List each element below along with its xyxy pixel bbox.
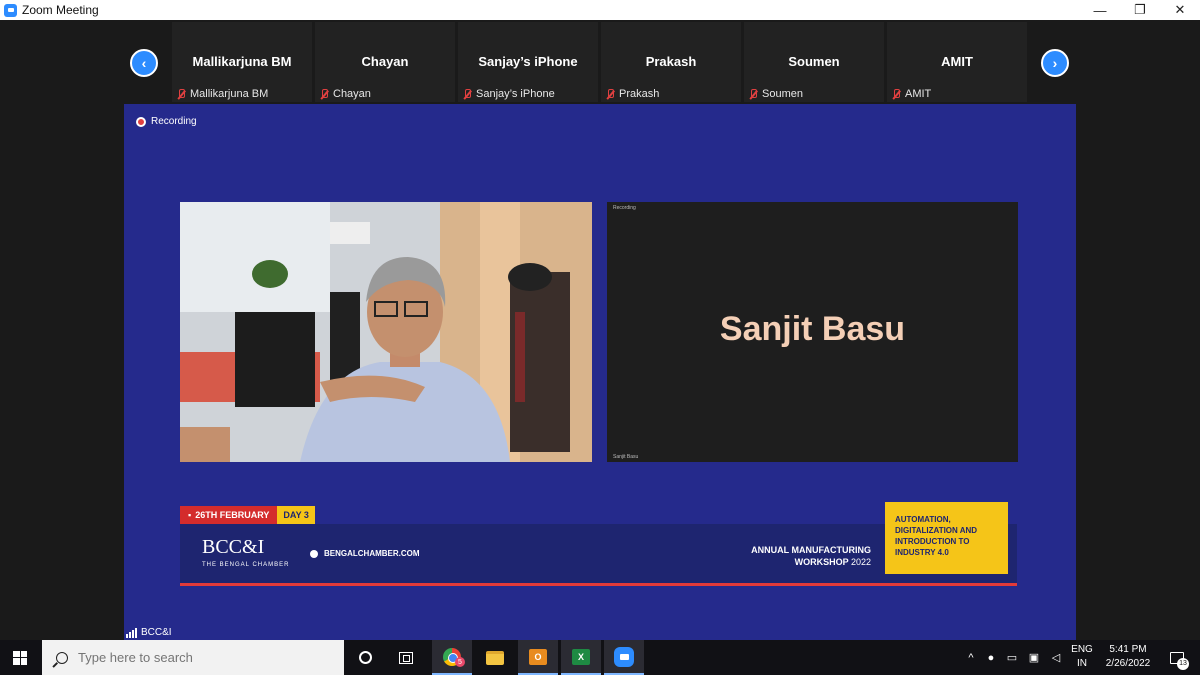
- start-button[interactable]: [0, 640, 40, 675]
- day-label: DAY 3: [277, 506, 315, 524]
- speaker-video-image: [180, 202, 592, 462]
- windows-taskbar: 5 O X ^ ● ▭ ▣ ◁ ENG IN 5:41 PM 2/26/2022…: [0, 640, 1200, 675]
- mic-muted-icon: [176, 88, 186, 100]
- recording-icon: [136, 116, 146, 127]
- microphone-icon: ●: [987, 651, 995, 664]
- search-icon: [56, 651, 68, 664]
- task-view-button[interactable]: [386, 640, 426, 675]
- network-tray-button[interactable]: ▣: [1024, 640, 1044, 675]
- website-label: BENGALCHAMBER.COM: [310, 549, 420, 558]
- participant-label: Prakash: [605, 88, 659, 100]
- participant-label: Sanjay’s iPhone: [462, 88, 555, 100]
- participant-tile[interactable]: Prakash Prakash: [601, 22, 741, 102]
- notification-count: 13: [1177, 657, 1189, 670]
- participant-name: Mallikarjuna BM: [192, 54, 292, 69]
- close-button[interactable]: ✕: [1160, 0, 1200, 20]
- battery-tray-button[interactable]: ▭: [1002, 640, 1022, 675]
- participant-label: Soumen: [748, 88, 803, 100]
- tile-recording-label: Recording: [613, 205, 636, 211]
- battery-icon: ▭: [1006, 652, 1018, 664]
- windows-logo-icon: [13, 650, 27, 665]
- taskbar-search[interactable]: [42, 640, 344, 675]
- clock[interactable]: 5:41 PM 2/26/2022: [1098, 643, 1158, 671]
- microphone-tray-button[interactable]: ●: [982, 640, 1000, 675]
- recording-label: Recording: [151, 116, 197, 127]
- participant-name: Sanjay’s iPhone: [478, 54, 578, 69]
- notification-icon: 13: [1170, 651, 1189, 670]
- search-input[interactable]: [78, 650, 328, 665]
- chrome-taskbar-button[interactable]: 5: [432, 640, 472, 675]
- outlook-icon: O: [529, 648, 547, 665]
- speaker-video: [180, 202, 592, 462]
- clock-time: 5:41 PM: [1109, 644, 1147, 655]
- excel-icon: X: [572, 648, 590, 665]
- participant-label: AMIT: [891, 88, 931, 100]
- zoom-taskbar-button[interactable]: [604, 640, 644, 675]
- excel-taskbar-button[interactable]: X: [561, 640, 601, 675]
- participant-label: Chayan: [319, 88, 371, 100]
- zoom-icon: [614, 646, 634, 667]
- participant-name: Chayan: [361, 54, 409, 69]
- bcc-logo: BCC&I: [202, 536, 265, 558]
- cortana-button[interactable]: [345, 640, 385, 675]
- mic-muted-icon: [319, 88, 329, 100]
- participant-tile[interactable]: Soumen Soumen: [744, 22, 884, 102]
- calendar-icon: ▪: [188, 510, 192, 520]
- globe-icon: [310, 549, 318, 558]
- show-hidden-icons-button[interactable]: ^: [962, 640, 980, 675]
- date-tag: ▪ 26TH FEBRUARY DAY 3: [180, 506, 315, 524]
- participant-tile[interactable]: AMIT AMIT: [887, 22, 1027, 102]
- volume-tray-button[interactable]: ◁: [1046, 640, 1066, 675]
- zoom-app-icon: [4, 3, 17, 17]
- participant-label: Mallikarjuna BM: [176, 88, 268, 100]
- participant-name: Prakash: [645, 54, 697, 69]
- clock-date: 2/26/2022: [1105, 658, 1151, 669]
- chrome-badge: 5: [455, 657, 465, 667]
- folder-icon: [486, 650, 504, 665]
- participant-tile[interactable]: Mallikarjuna BM Mallikarjuna BM: [172, 22, 312, 102]
- mic-muted-icon: [605, 88, 615, 100]
- action-center-button[interactable]: 13: [1162, 640, 1192, 675]
- speaker-icon: ◁: [1051, 652, 1061, 664]
- bcc-logo-subtitle: THE BENGAL CHAMBER: [202, 562, 290, 568]
- shared-screen: Recording Recording Sanjit Basu Sanjit B…: [124, 104, 1076, 640]
- speaker-name-tile: Recording Sanjit Basu Sanjit Basu: [607, 202, 1018, 462]
- participant-name: AMIT: [941, 54, 973, 69]
- tile-name-label: Sanjit Basu: [613, 454, 639, 460]
- network-icon: ▣: [1028, 652, 1040, 664]
- recording-indicator[interactable]: Recording: [136, 116, 197, 127]
- language-indicator[interactable]: ENG IN: [1068, 643, 1096, 671]
- window-title: Zoom Meeting: [22, 3, 99, 17]
- workshop-title: ANNUAL MANUFACTURING WORKSHOP 2022: [751, 545, 871, 567]
- host-label: BCC&I: [126, 627, 172, 638]
- restore-button[interactable]: ❐: [1120, 0, 1160, 20]
- previous-page-button[interactable]: ‹: [130, 49, 158, 77]
- speaker-name: Sanjit Basu: [719, 310, 906, 348]
- mic-muted-icon: [462, 88, 472, 100]
- participant-tile[interactable]: Sanjay’s iPhone Sanjay’s iPhone: [458, 22, 598, 102]
- participant-strip: ‹ Mallikarjuna BM Mallikarjuna BM Chayan…: [0, 20, 1200, 104]
- date-label: ▪ 26TH FEBRUARY: [180, 506, 278, 524]
- topic-card: AUTOMATION, DIGITALIZATION AND INTRODUCT…: [885, 502, 1008, 574]
- participant-tile[interactable]: Chayan Chayan: [315, 22, 455, 102]
- mic-muted-icon: [748, 88, 758, 100]
- participant-name: Soumen: [788, 54, 840, 69]
- file-explorer-button[interactable]: [475, 640, 515, 675]
- minimize-button[interactable]: —: [1080, 0, 1120, 20]
- task-view-icon: [399, 651, 413, 664]
- mic-muted-icon: [891, 88, 901, 100]
- outlook-taskbar-button[interactable]: O: [518, 640, 558, 675]
- chevron-up-icon: ^: [968, 651, 974, 664]
- next-page-button[interactable]: ›: [1041, 49, 1069, 77]
- title-bar: Zoom Meeting — ❐ ✕: [0, 0, 1200, 20]
- cortana-icon: [358, 651, 372, 664]
